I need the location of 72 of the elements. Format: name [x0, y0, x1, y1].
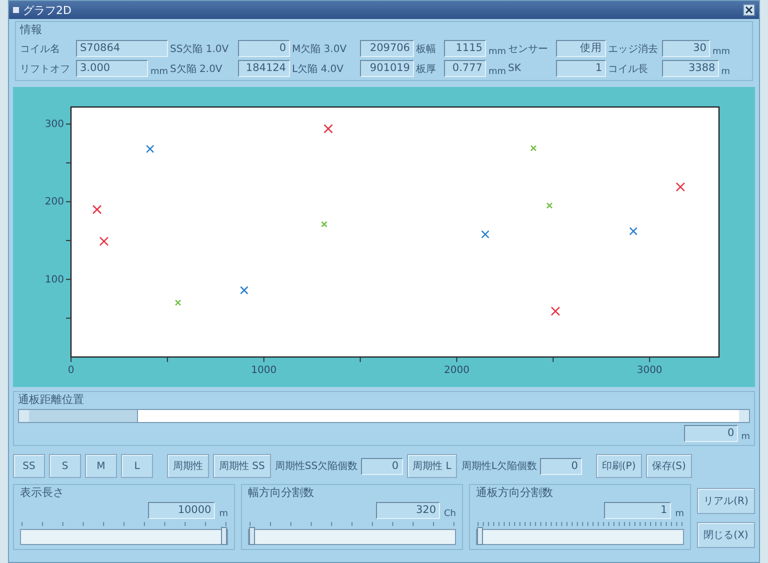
side-button[interactable]: 閉じる(X)	[697, 522, 755, 548]
value-field: 0	[238, 40, 290, 57]
field-label: SS欠陥 1.0V	[170, 42, 230, 56]
value-field: 0	[684, 425, 738, 442]
group-title: 情報	[20, 22, 42, 37]
field-label: リフトオフ	[20, 62, 71, 76]
slider-thumb[interactable]	[477, 527, 483, 545]
count-label: 周期性SS欠陥個数	[274, 460, 358, 473]
slider-thumb[interactable]	[221, 527, 227, 545]
window-title: グラフ2D	[23, 2, 72, 18]
value-field: 1	[556, 60, 606, 77]
unit-label: mm	[150, 67, 168, 77]
group-title: 幅方向分割数	[248, 485, 314, 500]
field-label: S欠陥 2.0V	[170, 62, 224, 76]
slider-thumb[interactable]	[249, 527, 255, 545]
value-field: 184124	[238, 60, 290, 77]
close-button[interactable]	[743, 4, 755, 16]
value-field: S70864	[76, 40, 168, 57]
toolbar-button[interactable]: M	[85, 454, 117, 478]
side-button[interactable]: リアル(R)	[697, 488, 755, 514]
value-field: 30	[662, 40, 710, 57]
value-field: 0.777	[444, 60, 486, 77]
toolbar-button[interactable]: 周期性 SS	[213, 454, 271, 478]
window-icon	[13, 7, 19, 13]
value-field: 1115	[444, 40, 486, 57]
value-field: 3388	[662, 60, 720, 77]
toolbar-button[interactable]: SS	[13, 454, 45, 478]
unit-label: mm	[488, 47, 506, 57]
y-tick-label: 300	[44, 119, 64, 130]
scroll-bar[interactable]	[18, 409, 750, 423]
toolbar-button[interactable]: L	[121, 454, 153, 478]
toolbar-button[interactable]: 印刷(P)	[596, 454, 642, 478]
x-tick-label: 2000	[444, 365, 470, 376]
field-label: L欠陥 4.0V	[292, 62, 344, 76]
group-title: 表示長さ	[20, 485, 64, 500]
value-field: 3.000	[76, 60, 148, 77]
count-field: 0	[360, 458, 403, 474]
unit-label: m	[721, 67, 730, 77]
unit-label: mm	[712, 47, 730, 57]
y-tick-label: 100	[44, 274, 64, 286]
toolbar-button[interactable]: 保存(S)	[646, 454, 692, 478]
field-label: センサー	[508, 42, 549, 56]
field-label: エッジ消去	[608, 42, 659, 56]
field-label: M欠陥 3.0V	[292, 42, 348, 56]
field-label: 板厚	[416, 62, 437, 76]
field-label: コイル長	[608, 62, 649, 76]
x-tick-label: 1000	[251, 365, 277, 376]
group-title: 通板方向分割数	[476, 485, 553, 500]
value-field: 209706	[360, 40, 414, 57]
y-tick-label: 200	[44, 196, 64, 208]
count-label: 周期性L欠陥個数	[461, 460, 537, 473]
toolbar-button[interactable]: 周期性	[167, 454, 209, 478]
x-tick-label: 0	[68, 365, 74, 376]
field-label: コイル名	[20, 42, 61, 56]
unit-label: mm	[488, 67, 506, 77]
value-field: 10000	[148, 502, 216, 519]
value-field: 1	[604, 502, 672, 519]
unit-label: m	[219, 509, 228, 519]
unit-label: Ch	[444, 509, 456, 519]
unit-label: m	[675, 509, 684, 519]
value-field: 901019	[360, 60, 414, 77]
toolbar-button[interactable]: 周期性 L	[406, 454, 458, 478]
count-field: 0	[540, 458, 582, 474]
x-tick-label: 3000	[636, 365, 662, 376]
close-icon	[745, 6, 753, 14]
field-label: SK	[508, 63, 522, 74]
toolbar-button[interactable]: S	[49, 454, 81, 478]
unit-label: m	[741, 432, 750, 442]
value-field: 320	[376, 502, 440, 519]
field-label: 板幅	[416, 42, 437, 56]
group-title: 通板距離位置	[18, 392, 84, 407]
value-field: 使用	[556, 40, 606, 57]
